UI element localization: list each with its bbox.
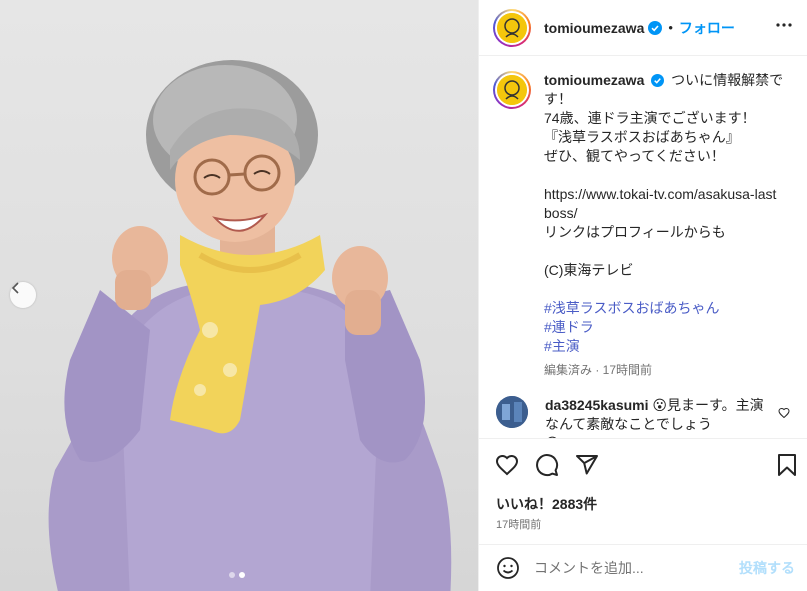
emoji-button[interactable] bbox=[496, 556, 520, 580]
author-avatar[interactable] bbox=[493, 8, 531, 47]
comment-icon bbox=[536, 454, 559, 477]
comment-like-button[interactable] bbox=[778, 406, 790, 424]
post-actions: いいね！2883件 17時間前 bbox=[479, 438, 807, 548]
caption-link[interactable]: https://www.tokai-tv.com/asakusa-lastbos… bbox=[544, 185, 784, 223]
comment-item: da38245kasumi 😮見まーす。主演なんて素敵なことでしょう 😮 …… bbox=[493, 396, 794, 438]
hashtag-link[interactable]: #主演 bbox=[544, 337, 784, 356]
caption-avatar[interactable] bbox=[493, 71, 531, 109]
caption-line: 74歳、連ドラ主演でございます！ bbox=[544, 110, 756, 126]
avatar-illustration-icon bbox=[497, 75, 527, 105]
commenter-username[interactable]: da38245kasumi bbox=[545, 397, 649, 413]
heart-icon bbox=[495, 454, 519, 476]
comment-button[interactable] bbox=[535, 453, 559, 477]
caption-line: リンクはプロフィールからも bbox=[544, 224, 726, 240]
post-comment-button[interactable]: 投稿する bbox=[739, 558, 795, 578]
emoji-icon bbox=[497, 557, 519, 579]
caption-line: 『浅草ラスボスおばあちゃん』 bbox=[544, 129, 740, 145]
carousel-prev-button[interactable] bbox=[10, 282, 36, 308]
share-button[interactable] bbox=[575, 453, 599, 477]
commenter-avatar[interactable] bbox=[496, 396, 528, 428]
bookmark-icon bbox=[778, 454, 796, 476]
heart-outline-icon bbox=[778, 407, 790, 419]
share-icon bbox=[576, 455, 598, 475]
avatar-image bbox=[497, 12, 527, 43]
avatar-illustration-icon bbox=[497, 12, 527, 43]
caption: tomioumezawa ついに情報解禁です！ 74歳、連ドラ主演でございます！… bbox=[493, 71, 794, 380]
chevron-left-icon bbox=[11, 282, 19, 294]
avatar-photo-icon bbox=[496, 396, 528, 428]
hashtag-link[interactable]: #連ドラ bbox=[544, 318, 784, 337]
caption-line: (C)東海テレビ bbox=[544, 262, 634, 278]
post-header: tomioumezawa • フォロー bbox=[479, 0, 807, 56]
post-side-panel: tomioumezawa • フォロー tomioumezawa ついに情報解禁… bbox=[478, 0, 807, 591]
caption-text: tomioumezawa ついに情報解禁です！ 74歳、連ドラ主演でございます！… bbox=[544, 71, 784, 380]
caption-username[interactable]: tomioumezawa bbox=[544, 72, 644, 88]
follow-button[interactable]: フォロー bbox=[679, 18, 735, 38]
verified-badge-icon bbox=[651, 74, 665, 87]
hashtag-link[interactable]: #浅草ラスボスおばあちゃん bbox=[544, 299, 784, 318]
author-username[interactable]: tomioumezawa bbox=[544, 20, 644, 36]
post-media[interactable] bbox=[0, 0, 478, 591]
more-options-button[interactable] bbox=[775, 16, 793, 39]
post-timestamp[interactable]: 17時間前 bbox=[496, 516, 541, 532]
carousel-dot bbox=[229, 572, 235, 578]
comments-section[interactable]: tomioumezawa ついに情報解禁です！ 74歳、連ドラ主演でございます！… bbox=[479, 57, 807, 438]
save-button[interactable] bbox=[776, 453, 798, 477]
comment-body: da38245kasumi 😮見まーす。主演なんて素敵なことでしょう 😮 …… bbox=[545, 396, 777, 438]
more-horizontal-icon bbox=[776, 23, 792, 27]
caption-line: ぜひ、観てやってください！ bbox=[544, 148, 725, 164]
header-separator: • bbox=[668, 20, 673, 35]
comment-input[interactable] bbox=[534, 560, 729, 576]
likes-count[interactable]: いいね！2883件 bbox=[496, 494, 597, 514]
like-button[interactable] bbox=[495, 453, 519, 477]
verified-badge-icon bbox=[648, 20, 663, 35]
carousel-dot-active bbox=[239, 572, 245, 578]
carousel-indicator bbox=[229, 572, 245, 578]
avatar-image bbox=[497, 75, 527, 105]
caption-meta: 編集済み · 17時間前 bbox=[544, 363, 653, 377]
add-comment-bar: 投稿する bbox=[479, 544, 807, 591]
post-photo bbox=[48, 60, 452, 591]
